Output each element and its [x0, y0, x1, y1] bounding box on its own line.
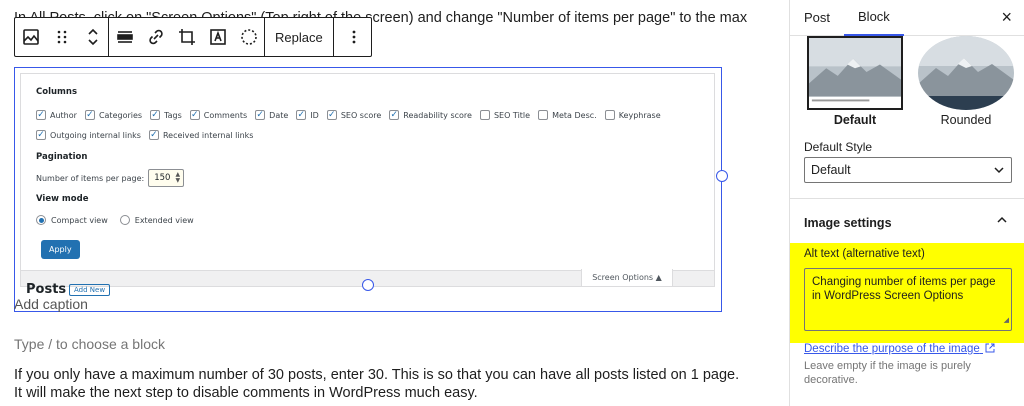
style-default-label: Default [833, 113, 877, 127]
default-style-select[interactable]: Default [804, 157, 1012, 183]
tab-block[interactable]: Block [844, 0, 904, 36]
caption-input[interactable]: Add caption [14, 296, 88, 312]
toolbar-group-tools [109, 18, 265, 56]
paragraph-block[interactable]: If you only have a maximum number of 30 … [14, 366, 744, 402]
radio-icon [119, 215, 130, 225]
column-checkbox: Readability score [389, 110, 472, 120]
view-mode-option: Extended view [134, 215, 194, 225]
items-per-page-label: Number of items per page: [36, 173, 145, 183]
stepper-arrows-icon: ▲ ▼ [175, 171, 181, 184]
block-appender[interactable]: Type / to choose a block [14, 336, 165, 352]
columns-heading: Columns [36, 87, 78, 97]
column-checkbox: ID [296, 110, 319, 120]
screen-options-screenshot: Columns Author Categories Tags Comments … [20, 73, 715, 297]
image-icon[interactable] [15, 18, 46, 56]
external-link-icon [985, 343, 995, 353]
items-per-page-stepper: 150 ▲ ▼ [148, 169, 185, 187]
mountain-image-icon [809, 38, 901, 108]
items-per-page-row: Number of items per page: 150 ▲ ▼ [36, 169, 185, 187]
view-mode-row: Compact view Extended view [36, 215, 194, 225]
sidebar-tabs: Post Block × [790, 0, 1024, 36]
divider [790, 198, 1024, 199]
style-default-preview[interactable] [807, 36, 903, 110]
block-toolbar: Replace [14, 17, 372, 57]
move-up-down-icon[interactable] [77, 18, 108, 56]
view-mode-heading: View mode [36, 194, 89, 204]
tab-post[interactable]: Post [790, 0, 844, 36]
drag-handle-icon[interactable] [46, 18, 77, 56]
link-icon[interactable] [140, 18, 171, 56]
more-options-icon[interactable] [334, 18, 374, 56]
column-checkbox: SEO Title [479, 110, 530, 120]
default-style-label: Default Style [804, 140, 873, 154]
resize-handle-bottom[interactable] [362, 279, 374, 291]
alt-text-field[interactable]: Changing number of items per page in Wor… [804, 268, 1012, 331]
radio-selected-icon [36, 215, 46, 225]
block-styles: Default Rounded [804, 36, 1014, 128]
column-checkbox: Keyphrase [604, 110, 661, 120]
style-rounded-label: Rounded [940, 113, 992, 127]
settings-sidebar: Post Block × Default Rounded Default Sty… [789, 0, 1024, 406]
chevron-up-icon[interactable] [996, 214, 1008, 229]
close-icon[interactable]: × [1001, 8, 1012, 26]
apply-button: Apply [41, 240, 80, 259]
toolbar-group-replace: Replace [265, 18, 334, 56]
resize-handle-right[interactable] [716, 170, 728, 182]
columns-row-1: Author Categories Tags Comments Date ID … [36, 110, 669, 120]
replace-button[interactable]: Replace [265, 18, 333, 56]
column-checkbox: Comments [189, 110, 247, 120]
column-checkbox: Outgoing internal links [36, 130, 141, 140]
align-icon[interactable] [109, 18, 140, 56]
alt-text-label: Alt text (alternative text) [804, 248, 925, 260]
screen-options-tab: Screen Options ▲ [581, 269, 673, 287]
pagination-heading: Pagination [36, 152, 88, 162]
toolbar-group-block [15, 18, 109, 56]
editor-canvas: In All Posts, click on "Screen Options" … [0, 0, 789, 406]
style-rounded-preview[interactable] [918, 36, 1014, 110]
image-settings-title[interactable]: Image settings [804, 216, 892, 230]
mountain-image-icon [918, 36, 1014, 110]
select-icon[interactable] [233, 18, 264, 56]
posts-title: Posts [26, 282, 67, 297]
text-overlay-icon[interactable] [202, 18, 233, 56]
column-checkbox: Meta Desc. [538, 110, 597, 120]
alt-text-value: Changing number of items per page in Wor… [812, 276, 996, 302]
column-checkbox: Categories [84, 110, 142, 120]
column-checkbox: SEO score [326, 110, 381, 120]
chevron-down-icon [994, 167, 1004, 174]
columns-row-2: Outgoing internal links Received interna… [36, 130, 261, 140]
add-new-button: Add New [69, 284, 111, 296]
crop-icon[interactable] [171, 18, 202, 56]
column-checkbox: Received internal links [148, 130, 253, 140]
column-checkbox: Date [255, 110, 288, 120]
toolbar-group-more [334, 18, 374, 56]
resize-grip-icon[interactable]: ◢ [1004, 314, 1009, 328]
view-mode-option: Compact view [51, 215, 108, 225]
column-checkbox: Author [36, 110, 77, 120]
default-style-value: Default [811, 163, 851, 177]
image-block[interactable]: Columns Author Categories Tags Comments … [14, 67, 722, 312]
column-checkbox: Tags [150, 110, 182, 120]
describe-purpose-link[interactable]: Describe the purpose of the image [804, 343, 995, 355]
alt-help-text: Leave empty if the image is purely decor… [804, 360, 971, 386]
